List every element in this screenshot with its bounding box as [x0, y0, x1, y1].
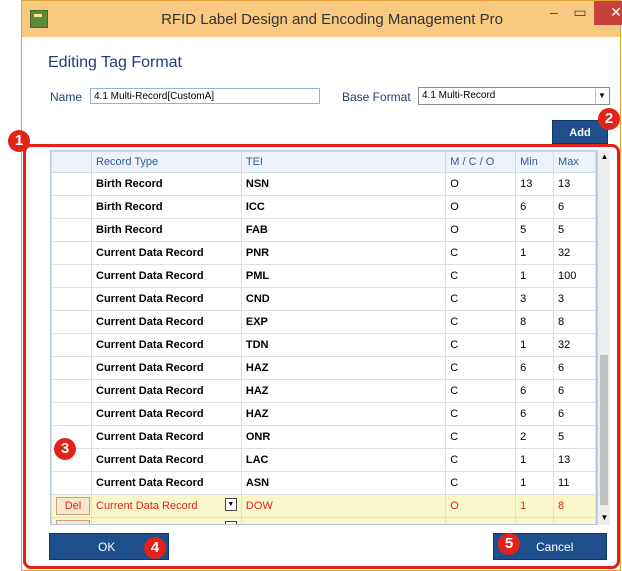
app-logo-icon [30, 10, 48, 28]
page-title: Editing Tag Format [48, 54, 182, 71]
title-bar: RFID Label Design and Encoding Managemen… [22, 1, 622, 37]
window-title: RFID Label Design and Encoding Managemen… [161, 11, 503, 28]
name-field[interactable]: 4.1 Multi-Record[CustomA] [90, 88, 320, 104]
minimize-button[interactable]: – [542, 1, 566, 25]
chevron-down-icon[interactable]: ▼ [595, 89, 608, 103]
grid-highlight-frame [23, 144, 620, 569]
callout-badge-5: 5 [498, 533, 520, 555]
name-label: Name [50, 90, 83, 104]
maximize-button[interactable]: ▭ [568, 1, 592, 25]
base-format-value: 4.1 Multi-Record [422, 90, 496, 101]
callout-badge-1: 1 [8, 130, 30, 152]
callout-badge-2: 2 [598, 108, 620, 130]
close-button[interactable]: ✕ [594, 1, 622, 25]
callout-badge-3: 3 [54, 438, 76, 460]
callout-badge-4: 4 [144, 537, 166, 559]
base-format-select[interactable]: 4.1 Multi-Record ▼ [418, 87, 610, 105]
base-format-label: Base Format [342, 90, 411, 104]
